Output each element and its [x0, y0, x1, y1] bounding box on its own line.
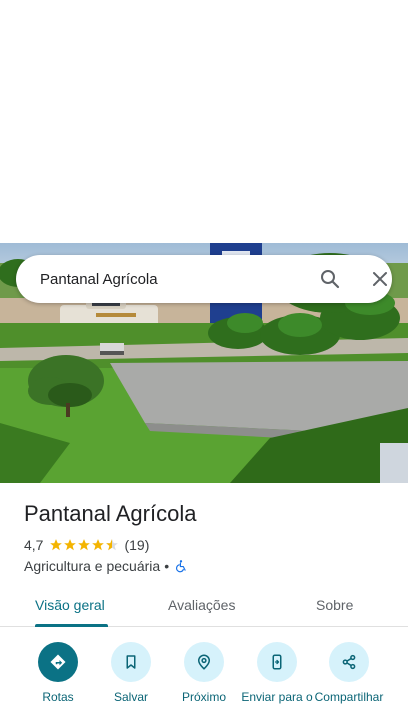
rating-value: 4,7 — [24, 537, 44, 553]
directions-circle — [38, 642, 78, 682]
active-tab-indicator — [35, 624, 108, 627]
star-icon — [64, 539, 77, 551]
half-star-icon — [106, 539, 119, 551]
send-to-phone-icon — [272, 654, 282, 670]
share-icon — [342, 654, 356, 670]
review-count: (19) — [124, 537, 150, 553]
directions-label: Rotas — [42, 690, 74, 704]
send-to-phone-circle — [257, 642, 297, 682]
tab-overview[interactable]: Visão geral — [35, 597, 105, 613]
bookmark-icon — [126, 655, 136, 669]
star-rating — [49, 538, 119, 552]
nearby-icon — [197, 654, 211, 670]
nearby-circle — [184, 642, 224, 682]
share-button[interactable]: Compartilhar — [307, 642, 391, 704]
directions-icon — [50, 654, 66, 670]
search-bar[interactable]: Pantanal Agrícola — [16, 255, 392, 303]
share-label: Compartilhar — [314, 690, 384, 704]
category-row: Agricultura e pecuária • — [24, 557, 188, 575]
wheelchair-icon — [176, 560, 186, 573]
star-icon — [50, 539, 63, 551]
separator-dot: • — [164, 558, 170, 574]
tab-bar: Visão geral Avaliações Sobre — [0, 597, 408, 627]
blank-area — [0, 0, 408, 243]
tab-reviews[interactable]: Avaliações — [168, 597, 235, 613]
place-title: Pantanal Agrícola — [24, 501, 197, 526]
close-icon[interactable] — [368, 267, 392, 291]
nearby-label: Próximo — [181, 690, 226, 704]
search-input[interactable]: Pantanal Agrícola — [40, 271, 158, 288]
directions-button[interactable]: Rotas — [16, 642, 100, 704]
save-label: Salvar — [113, 690, 148, 704]
tab-about[interactable]: Sobre — [316, 597, 353, 613]
share-circle — [329, 642, 369, 682]
action-bar: Rotas Salvar Próximo Enviar para o Compa… — [0, 642, 408, 726]
nearby-button[interactable]: Próximo — [162, 642, 246, 704]
star-icon — [78, 539, 91, 551]
rating-row[interactable]: 4,7 (19) — [24, 536, 149, 554]
save-circle — [111, 642, 151, 682]
save-button[interactable]: Salvar — [89, 642, 173, 704]
search-icon[interactable] — [318, 267, 342, 291]
star-icon — [92, 539, 105, 551]
place-category: Agricultura e pecuária — [24, 558, 161, 574]
